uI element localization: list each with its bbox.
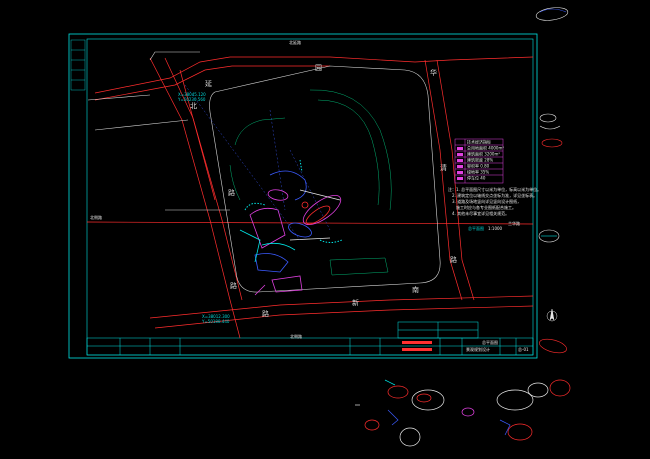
road-label-top: 园 [315, 64, 322, 72]
title-project: 景观规划设计 [466, 346, 490, 352]
background [0, 0, 650, 459]
legend-row-1: 总用地面积 4000m² [467, 145, 504, 151]
street-name-bottom: 北侧路 [290, 333, 302, 339]
street-name-right: 兰华路 [508, 220, 520, 226]
legend-row-3: 建筑密度 28% [467, 157, 493, 163]
legend-row-6: 停车位 40 [467, 175, 486, 181]
road-label-right: 华 [430, 68, 437, 77]
street-name-left: 北侧路 [90, 214, 102, 220]
legend-row-2: 建筑面积 3200m² [467, 151, 500, 157]
title-drawing-name: 总平面图 [482, 339, 498, 345]
road-label-bottom-3: 新 [352, 298, 359, 307]
street-name-top: 北延路 [289, 39, 301, 45]
legend-row-5: 绿地率 35% [467, 169, 489, 175]
site-plan-title: 总平面图 [468, 225, 484, 231]
road-label-right-3: 路 [450, 255, 457, 264]
legend-row-4: 容积率 0.80 [467, 163, 490, 169]
notes-line-2: 2. 建筑定位以轴线交点坐标为准，详见坐标表。 [452, 192, 537, 198]
legend-title: 技术经济指标 [467, 139, 491, 145]
notes-line-1: 注：1. 总平面图尺寸以米为单位，标高以米为单位。 [448, 186, 541, 192]
road-label-bottom: 路 [230, 281, 237, 290]
road-label-bottom-2: 路 [262, 309, 269, 318]
road-label-left-2: 路 [228, 188, 235, 197]
road-label-top-2: 延 [205, 79, 212, 88]
road-label-left: 北 [190, 102, 197, 110]
coord-label-4: Y=50188.440 [201, 319, 230, 324]
title-sheet-number: 总-01 [518, 346, 529, 352]
site-plan-scale: 1:1000 [488, 226, 503, 231]
road-label-bottom-4: 南 [412, 285, 419, 294]
road-label-right-2: 清 [440, 163, 447, 172]
cad-drawing-canvas: 景观规划设计 总平面图 总-01 园 延 北 路 华 清 路 路 路 新 南 北… [0, 0, 650, 459]
coord-label-2: Y=50230.560 [177, 97, 206, 102]
notes-line-4: 施工时应与各专业图纸配合施工。 [456, 204, 516, 210]
notes-line-3: 3. 道路及场地竖向详见竖向设计图纸， [452, 198, 521, 204]
notes-line-5: 4. 其他未尽事宜详见相关规范。 [452, 210, 509, 216]
